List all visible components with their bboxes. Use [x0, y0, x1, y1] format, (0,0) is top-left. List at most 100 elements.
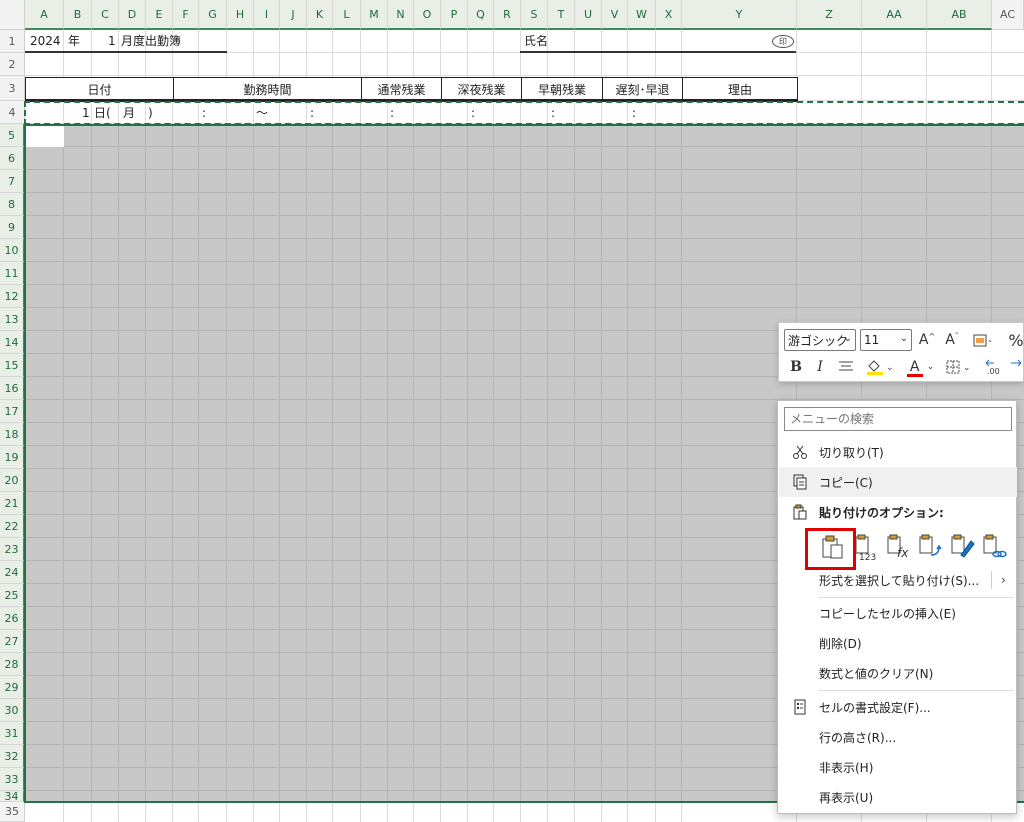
row-header-33[interactable]: 33: [0, 768, 25, 791]
row-header-15[interactable]: 15: [0, 354, 25, 377]
menu-item-hide[interactable]: 非表示(H): [779, 752, 1017, 782]
cell-name-label[interactable]: 氏名: [524, 30, 548, 52]
row-header-14[interactable]: 14: [0, 331, 25, 354]
column-header-c[interactable]: C: [92, 0, 119, 30]
row-header-24[interactable]: 24: [0, 561, 25, 584]
cell-tilde[interactable]: ～: [256, 102, 268, 124]
column-header-aa[interactable]: AA: [862, 0, 927, 30]
table-header-cell[interactable]: 勤務時間: [173, 77, 361, 101]
column-header-i[interactable]: I: [254, 0, 280, 30]
bold-button[interactable]: B: [787, 356, 805, 378]
select-all-corner[interactable]: [0, 0, 25, 30]
borders-button[interactable]: ⌄: [943, 356, 977, 378]
cell-day-unit[interactable]: 日(: [94, 102, 111, 124]
cell-year-unit[interactable]: 年: [68, 30, 80, 52]
paste-transpose-button[interactable]: [916, 531, 946, 563]
row-header-6[interactable]: 6: [0, 147, 25, 170]
column-header-v[interactable]: V: [602, 0, 628, 30]
column-header-t[interactable]: T: [548, 0, 575, 30]
row-header-26[interactable]: 26: [0, 607, 25, 630]
cell-early-ot-colon[interactable]: :: [551, 102, 555, 124]
cell-title[interactable]: 月度出勤簿: [121, 30, 181, 52]
menu-item-delete[interactable]: 削除(D): [779, 628, 1017, 658]
row-header-11[interactable]: 11: [0, 262, 25, 285]
table-header-cell[interactable]: 理由: [682, 77, 798, 101]
fill-color-button[interactable]: ⌄: [863, 356, 897, 378]
row-header-18[interactable]: 18: [0, 423, 25, 446]
column-header-j[interactable]: J: [280, 0, 307, 30]
menu-item-format-cells[interactable]: セルの書式設定(F)...: [779, 692, 1017, 722]
row-header-12[interactable]: 12: [0, 285, 25, 308]
row-header-2[interactable]: 2: [0, 53, 25, 76]
cell-weekday-close[interactable]: ): [148, 102, 153, 124]
column-header-l[interactable]: L: [333, 0, 361, 30]
table-header-cell[interactable]: 日付: [25, 77, 173, 101]
row-header-13[interactable]: 13: [0, 308, 25, 331]
row-header-30[interactable]: 30: [0, 699, 25, 722]
column-header-m[interactable]: M: [361, 0, 388, 30]
row-header-19[interactable]: 19: [0, 446, 25, 469]
paste-values-button[interactable]: 123: [852, 531, 882, 563]
table-header-cell[interactable]: 深夜残業: [441, 77, 521, 101]
cell-start-colon[interactable]: :: [202, 102, 206, 124]
column-header-u[interactable]: U: [575, 0, 602, 30]
column-header-n[interactable]: N: [388, 0, 414, 30]
column-header-y[interactable]: Y: [682, 0, 797, 30]
menu-item-row-height[interactable]: 行の高さ(R)...: [779, 722, 1017, 752]
row-header-9[interactable]: 9: [0, 216, 25, 239]
column-header-r[interactable]: R: [494, 0, 521, 30]
menu-search-input[interactable]: [784, 407, 1012, 431]
row-header-10[interactable]: 10: [0, 239, 25, 262]
column-header-b[interactable]: B: [64, 0, 92, 30]
column-header-h[interactable]: H: [227, 0, 254, 30]
paste-formatting-button[interactable]: [948, 531, 978, 563]
row-header-23[interactable]: 23: [0, 538, 25, 561]
row-header-16[interactable]: 16: [0, 377, 25, 400]
column-header-p[interactable]: P: [441, 0, 468, 30]
row-header-20[interactable]: 20: [0, 469, 25, 492]
paste-link-button[interactable]: [980, 531, 1010, 563]
row-header-7[interactable]: 7: [0, 170, 25, 193]
column-header-s[interactable]: S: [521, 0, 548, 30]
menu-item-unhide[interactable]: 再表示(U): [779, 782, 1017, 812]
italic-button[interactable]: I: [811, 356, 829, 378]
row-header-22[interactable]: 22: [0, 515, 25, 538]
cell-weekday[interactable]: 月: [123, 102, 135, 124]
column-header-g[interactable]: G: [199, 0, 227, 30]
menu-item-copy[interactable]: コピー(C): [779, 467, 1017, 497]
column-header-z[interactable]: Z: [797, 0, 862, 30]
row-header-3[interactable]: 3: [0, 76, 25, 101]
active-cell[interactable]: [25, 124, 64, 147]
row-header-17[interactable]: 17: [0, 400, 25, 423]
font-size-dropdown[interactable]: 11 ⌄: [860, 329, 912, 351]
menu-item-cut[interactable]: 切り取り(T): [779, 437, 1017, 467]
font-name-dropdown[interactable]: 游ゴシック ⌄: [784, 329, 856, 351]
increase-decimal-button[interactable]: [1009, 356, 1023, 378]
row-header-28[interactable]: 28: [0, 653, 25, 676]
cell-year[interactable]: 2024: [30, 30, 61, 52]
decrease-decimal-button[interactable]: .00: [983, 356, 1005, 378]
column-header-k[interactable]: K: [307, 0, 333, 30]
phonetic-guide-button[interactable]: ⌄: [967, 329, 997, 351]
column-header-f[interactable]: F: [173, 0, 199, 30]
column-header-e[interactable]: E: [146, 0, 173, 30]
menu-item-insert-copied[interactable]: コピーしたセルの挿入(E): [779, 598, 1017, 628]
column-header-o[interactable]: O: [414, 0, 441, 30]
percent-style-button[interactable]: %: [1007, 329, 1024, 351]
table-header-cell[interactable]: 通常残業: [361, 77, 441, 101]
row-header-29[interactable]: 29: [0, 676, 25, 699]
column-header-ab[interactable]: AB: [927, 0, 992, 30]
column-header-ac[interactable]: AC: [992, 0, 1024, 30]
grow-font-button[interactable]: A ^: [917, 329, 937, 351]
row-header-1[interactable]: 1: [0, 30, 25, 53]
font-color-button[interactable]: A ⌄: [903, 356, 937, 378]
cell-month[interactable]: 1: [108, 30, 116, 52]
menu-item-paste-special[interactable]: 形式を選択して貼り付け(S)... ›: [779, 565, 1017, 595]
align-center-button[interactable]: [837, 356, 855, 378]
column-header-w[interactable]: W: [628, 0, 656, 30]
row-header-34[interactable]: 34: [0, 790, 25, 803]
table-header-cell[interactable]: 早朝残業: [521, 77, 602, 101]
column-header-q[interactable]: Q: [468, 0, 494, 30]
row-header-32[interactable]: 32: [0, 745, 25, 768]
column-header-d[interactable]: D: [119, 0, 146, 30]
